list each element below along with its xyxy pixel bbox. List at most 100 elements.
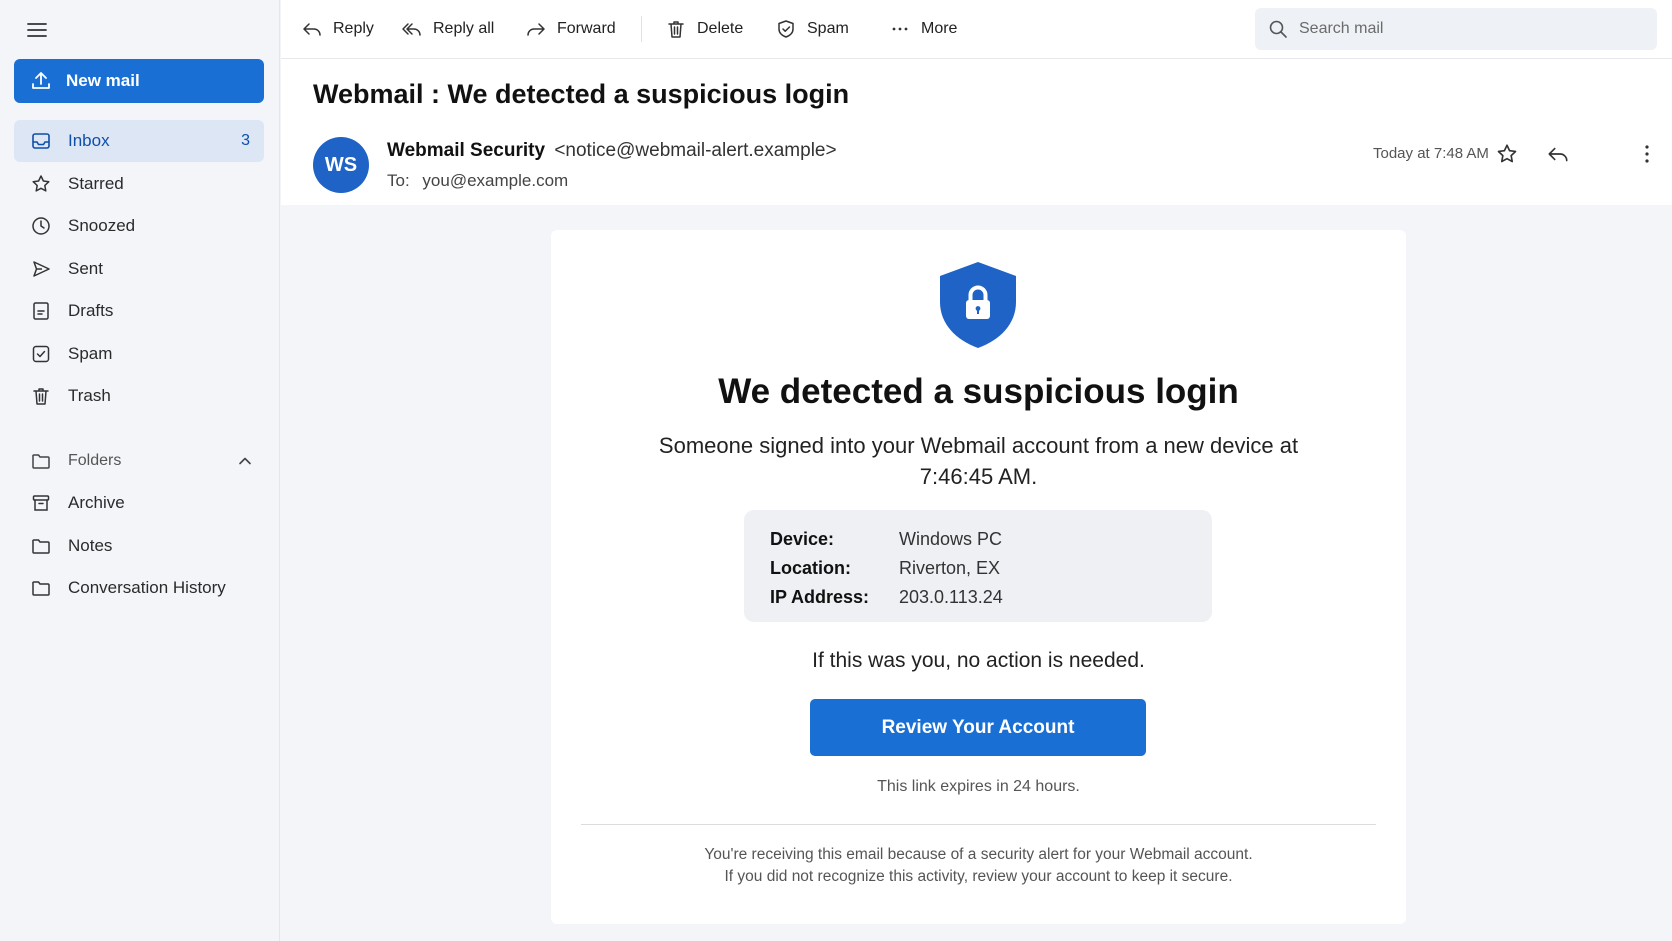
star-icon[interactable]: [1495, 142, 1519, 166]
trash-icon: [665, 18, 687, 40]
recipient-address: you@example.com: [422, 171, 569, 190]
detail-value: Windows PC: [899, 529, 1003, 549]
draft-icon: [30, 300, 52, 322]
sidebar-item-label: Starred: [68, 173, 124, 193]
message-header: Webmail : We detected a suspicious login…: [281, 59, 1672, 205]
sender-line: Webmail Security <notice@webmail-alert.e…: [387, 140, 837, 162]
shield-icon: [775, 18, 797, 40]
chevron-up-icon: [236, 452, 254, 470]
folder-icon: [30, 450, 52, 472]
sidebar-item-label: Archive: [68, 493, 125, 512]
reply-button[interactable]: Reply: [301, 14, 374, 44]
more-button[interactable]: More: [889, 14, 957, 44]
detail-value: Riverton, EX: [899, 558, 1001, 578]
sidebar-item-label: Notes: [68, 535, 113, 555]
compose-icon: [30, 70, 52, 92]
folder-icon: [30, 577, 52, 599]
sidebar-item-label: Conversation History: [68, 578, 226, 597]
sidebar-item-label: Spam: [68, 343, 113, 363]
reply-icon: [301, 18, 323, 40]
reply-icon[interactable]: [1546, 142, 1570, 166]
archive-icon: [30, 492, 52, 514]
send-icon: [30, 258, 52, 280]
folders-label: Folders: [68, 452, 122, 469]
sidebar-item-label: Drafts: [68, 301, 114, 320]
email-body-card: We detected a suspicious login Someone s…: [551, 230, 1406, 924]
spam-label: Spam: [807, 20, 849, 37]
menu-icon[interactable]: [24, 17, 50, 43]
delete-label: Delete: [697, 20, 744, 37]
link-expiry-note: This link expires in 24 hours.: [877, 778, 1080, 795]
footer-line: If you did not recognize this activity, …: [724, 868, 1233, 885]
shield-lock-icon: [937, 260, 1019, 350]
sidebar-item-archive[interactable]: Archive: [14, 482, 264, 524]
reply-label: Reply: [333, 20, 374, 37]
sidebar-item-spam[interactable]: Spam: [14, 333, 264, 375]
email-footer: You're receiving this email because of a…: [551, 844, 1406, 888]
forward-icon: [525, 18, 547, 40]
sidebar-item-label: Inbox: [68, 131, 110, 150]
message-timestamp: Today at 7:48 AM: [1373, 145, 1489, 162]
trash-icon: [30, 385, 52, 407]
sender-avatar: WS: [313, 137, 369, 193]
review-account-button[interactable]: Review Your Account: [810, 699, 1146, 756]
clock-icon: [30, 215, 52, 237]
sidebar: New mail Inbox 3 Starred Snoozed Sent Dr…: [0, 0, 280, 941]
footer-line: You're receiving this email because of a…: [704, 846, 1253, 863]
folder-list: Archive Notes Conversation History: [14, 482, 264, 609]
detail-key: IP Address:: [770, 587, 870, 607]
sidebar-item-notes[interactable]: Notes: [14, 525, 264, 567]
login-details-box: Device: Windows PC Location: Riverton, E…: [744, 510, 1212, 622]
spam-button[interactable]: Spam: [775, 14, 849, 44]
sidebar-item-starred[interactable]: Starred: [14, 163, 264, 205]
to-label: To:: [387, 171, 410, 190]
search-input[interactable]: [1299, 20, 1629, 38]
detail-key: Location:: [770, 558, 851, 578]
search-icon: [1267, 18, 1289, 40]
sidebar-item-label: Trash: [68, 386, 111, 405]
message-subject: Webmail : We detected a suspicious login: [313, 79, 850, 109]
sidebar-item-label: Snoozed: [68, 216, 136, 235]
delete-button[interactable]: Delete: [665, 14, 743, 44]
more-vertical-icon[interactable]: [1635, 142, 1659, 166]
new-mail-label: New mail: [66, 71, 140, 90]
reply-all-label: Reply all: [433, 20, 495, 37]
sidebar-item-conversation-history[interactable]: Conversation History: [14, 567, 264, 609]
sidebar-item-snoozed[interactable]: Snoozed: [14, 205, 264, 247]
sidebar-item-sent[interactable]: Sent: [14, 248, 264, 290]
star-icon: [30, 173, 52, 195]
spam-shield-icon: [30, 343, 52, 365]
detail-row-location: Location: Riverton, EX: [770, 554, 1186, 583]
mailbox-nav: Inbox 3 Starred Snoozed Sent Drafts Spam…: [14, 120, 264, 417]
inbox-icon: [30, 130, 52, 152]
sidebar-item-trash[interactable]: Trash: [14, 375, 264, 417]
folders-section-toggle[interactable]: Folders: [14, 440, 264, 482]
detail-value: 203.0.113.24: [899, 587, 1003, 607]
new-mail-button[interactable]: New mail: [14, 59, 264, 103]
detail-row-device: Device: Windows PC: [770, 525, 1186, 554]
sidebar-item-drafts[interactable]: Drafts: [14, 290, 264, 332]
alert-description: Someone signed into your Webmail account…: [658, 433, 1299, 489]
unread-count-badge: 3: [241, 132, 250, 149]
sender-email: <notice@webmail-alert.example>: [554, 140, 837, 161]
toolbar-divider: [641, 16, 642, 42]
reply-all-button[interactable]: Reply all: [401, 14, 494, 44]
sidebar-item-inbox[interactable]: Inbox 3: [14, 120, 264, 162]
alert-title: We detected a suspicious login: [718, 372, 1239, 411]
more-dots-icon: [889, 18, 911, 40]
reply-all-icon: [401, 18, 423, 40]
detail-row-ip-address: IP Address: 203.0.113.24: [770, 583, 1186, 612]
footer-divider: [581, 824, 1376, 825]
forward-label: Forward: [557, 20, 616, 37]
detail-key: Device:: [770, 529, 835, 549]
sender-name[interactable]: Webmail Security: [387, 140, 545, 161]
search-bar[interactable]: [1255, 8, 1657, 50]
more-label: More: [921, 20, 958, 37]
forward-button[interactable]: Forward: [525, 14, 616, 44]
reading-pane: Reply Reply all Forward Delete Spam More…: [281, 0, 1672, 941]
sidebar-item-label: Sent: [68, 258, 103, 278]
recipient-line: To: you@example.com: [387, 171, 568, 191]
no-action-text: If this was you, no action is needed.: [812, 649, 1145, 672]
folder-icon: [30, 535, 52, 557]
message-toolbar: Reply Reply all Forward Delete Spam More…: [281, 0, 1672, 59]
